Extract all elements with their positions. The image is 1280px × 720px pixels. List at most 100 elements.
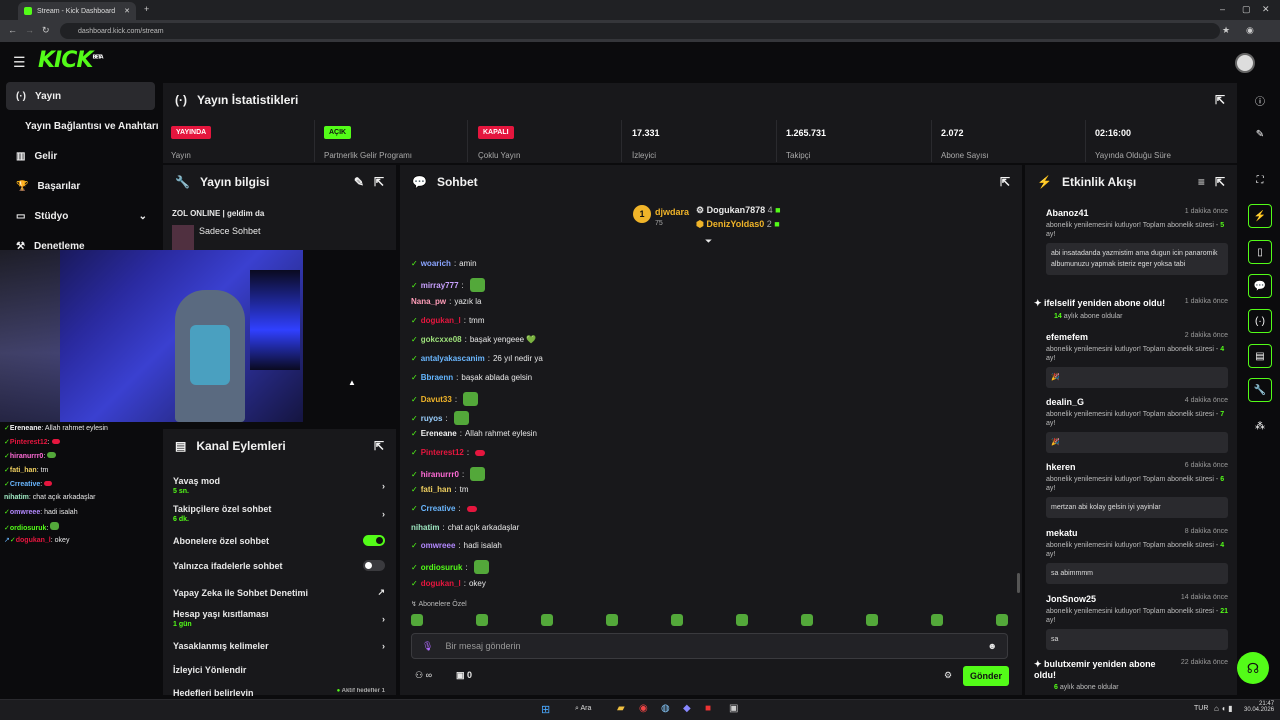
emote-picker-icon[interactable] bbox=[801, 614, 813, 626]
minimize-icon[interactable]: – bbox=[1220, 4, 1225, 14]
windows-start-icon[interactable]: ⊞ bbox=[541, 703, 550, 716]
emote-picker-icon[interactable] bbox=[476, 614, 488, 626]
new-tab-icon[interactable]: + bbox=[144, 4, 149, 14]
emote-picker-icon[interactable] bbox=[541, 614, 553, 626]
help-headset-icon[interactable]: ☊ bbox=[1237, 652, 1269, 684]
chat-username[interactable]: gokcxxe08 bbox=[421, 335, 462, 344]
clock[interactable]: 21:47 30.04.2026 bbox=[1244, 701, 1274, 713]
viewer-count-value: 0 bbox=[467, 670, 473, 680]
chat-username[interactable]: Davut33 bbox=[421, 395, 452, 404]
chat-username[interactable]: woarich bbox=[421, 259, 451, 268]
close-tab-icon[interactable]: ✕ bbox=[124, 7, 130, 15]
sidebar-item-achievements[interactable]: 🏆 Başarılar bbox=[6, 172, 155, 200]
popout-icon[interactable]: ⇱ bbox=[1215, 175, 1225, 189]
network-volume-icon[interactable]: ⌂ ◖ ▮ bbox=[1214, 704, 1233, 713]
popout-icon[interactable]: ⇱ bbox=[374, 439, 384, 453]
leader-row[interactable]: ⚙ Dogukan7878 4 ■ bbox=[696, 205, 781, 216]
chat-username[interactable]: antalyakascanim bbox=[421, 354, 485, 363]
reload-icon[interactable]: ↻ bbox=[42, 25, 50, 36]
leader-row[interactable]: ⬢ DenizYoldas0 2 ■ bbox=[696, 219, 780, 230]
chat-username[interactable]: fati_han bbox=[421, 485, 452, 494]
sidebar-item-revenue[interactable]: ▥ Gelir bbox=[6, 142, 155, 170]
gear-icon[interactable]: ⚙ bbox=[944, 670, 952, 681]
bolt-icon[interactable]: ⚡ bbox=[1248, 204, 1272, 228]
wrench-icon[interactable]: 🔧 bbox=[1248, 378, 1272, 402]
popout-icon[interactable]: ⇱ bbox=[1215, 93, 1225, 107]
file-explorer-icon[interactable]: ▰ bbox=[617, 703, 625, 714]
leader-name[interactable]: djwdara bbox=[655, 207, 689, 217]
ai-moderation-action[interactable]: Yapay Zeka ile Sohbet Denetimi ↗ bbox=[173, 587, 385, 598]
emote-picker-icon[interactable] bbox=[866, 614, 878, 626]
broadcast-icon[interactable]: (·) bbox=[1248, 309, 1272, 333]
chevron-right-icon: › bbox=[382, 613, 385, 624]
language-indicator[interactable]: TUR bbox=[1194, 705, 1208, 712]
emote-picker-icon[interactable] bbox=[931, 614, 943, 626]
chat-input[interactable]: 🎙 Bir mesaj gönderin ☻ bbox=[411, 633, 1008, 659]
document-icon[interactable]: ▯ bbox=[1248, 240, 1272, 264]
edit-icon[interactable]: ✎ bbox=[1248, 122, 1272, 146]
edit-icon[interactable]: ✎ bbox=[354, 175, 364, 189]
profile-icon[interactable]: ◉ bbox=[1246, 25, 1254, 36]
microphone-icon[interactable]: 🎙 bbox=[422, 641, 433, 652]
maximize-icon[interactable]: ▢ bbox=[1242, 4, 1251, 15]
chat-username[interactable]: Bbraenn bbox=[421, 373, 453, 382]
info-icon[interactable]: ⓘ bbox=[1248, 88, 1272, 112]
emote-picker-icon[interactable] bbox=[736, 614, 748, 626]
back-icon[interactable]: ← bbox=[8, 25, 17, 35]
app-icon[interactable]: ▣ bbox=[729, 703, 738, 714]
chat-username[interactable]: Pinterest12 bbox=[421, 448, 464, 457]
taskbar-search[interactable]: ⌕ Ara bbox=[575, 705, 591, 713]
goals-action[interactable]: Hedefleri belirleyin ● Aktif hedefler 1 bbox=[173, 688, 385, 696]
chat-username[interactable]: nihatim bbox=[411, 523, 439, 532]
chat-username[interactable]: hiranurrr0 bbox=[421, 470, 459, 479]
send-button[interactable]: Gönder bbox=[963, 666, 1009, 686]
fullscreen-icon[interactable]: ⛶ bbox=[1248, 168, 1272, 192]
sidebar-item-studio[interactable]: ▭ Stüdyo ⌄ bbox=[6, 202, 155, 230]
chat-scrollbar[interactable] bbox=[1017, 573, 1020, 593]
chrome-icon[interactable]: ◉ bbox=[639, 703, 648, 714]
chat-bubble-icon[interactable]: 💬 bbox=[1248, 274, 1272, 298]
bookmark-star-icon[interactable]: ★ bbox=[1222, 25, 1230, 36]
chat-username[interactable]: Nana_pw bbox=[411, 297, 446, 306]
app-icon[interactable]: ■ bbox=[705, 703, 711, 714]
chat-username[interactable]: mirray777 bbox=[421, 281, 459, 290]
sidebar-item-stream[interactable]: (·) Yayın bbox=[6, 82, 155, 110]
account-age-action[interactable]: Hesap yaşı kısıtlaması 1 gün › bbox=[173, 609, 385, 628]
emote-picker-icon[interactable] bbox=[671, 614, 683, 626]
chat-settings-icon[interactable]: ⚇ ∞ bbox=[415, 670, 432, 681]
chat-username[interactable]: dogukan_l bbox=[421, 579, 461, 588]
chat-username[interactable]: omwreee bbox=[421, 541, 456, 550]
popout-icon[interactable]: ⇱ bbox=[374, 175, 384, 189]
channel-icon[interactable]: ▤ bbox=[1248, 344, 1272, 368]
close-window-icon[interactable]: ✕ bbox=[1262, 4, 1270, 15]
sidebar-item-stream-key[interactable]: Yayın Bağlantısı ve Anahtarı bbox=[6, 112, 166, 140]
emoji-icon[interactable]: ☻ bbox=[988, 641, 997, 651]
subs-only-toggle[interactable] bbox=[363, 535, 385, 546]
emote-picker-icon[interactable] bbox=[606, 614, 618, 626]
share-icon[interactable]: ⁂ bbox=[1248, 414, 1272, 438]
popout-icon[interactable]: ⇱ bbox=[1000, 175, 1010, 189]
host-action[interactable]: İzleyici Yönlendir bbox=[173, 665, 385, 675]
slow-mode-action[interactable]: Yavaş mod 5 sn. › bbox=[173, 476, 385, 495]
chat-username[interactable]: ruyos bbox=[421, 414, 443, 423]
followers-only-action[interactable]: Takipçilere özel sohbet 6 dk. › bbox=[173, 504, 385, 523]
chat-username[interactable]: dogukan_l bbox=[421, 316, 461, 325]
user-avatar[interactable] bbox=[1235, 53, 1255, 73]
forward-icon[interactable]: → bbox=[25, 25, 34, 35]
menu-icon[interactable]: ☰ bbox=[13, 54, 26, 71]
chat-username[interactable]: ordiosuruk bbox=[421, 563, 463, 572]
chat-username[interactable]: Crreative bbox=[421, 504, 456, 513]
emote-picker-icon[interactable] bbox=[411, 614, 423, 626]
chat-username[interactable]: Ereneane bbox=[421, 429, 457, 438]
discord-icon[interactable]: ◆ bbox=[683, 703, 691, 714]
chevron-down-icon[interactable]: ⏷ bbox=[705, 236, 712, 247]
stream-category[interactable]: Sadece Sohbet bbox=[199, 226, 261, 236]
browser-tab[interactable]: Stream - Kick Dashboard ✕ bbox=[18, 2, 136, 20]
kick-logo[interactable]: KICKBETA bbox=[38, 48, 104, 73]
banned-words-action[interactable]: Yasaklanmış kelimeler › bbox=[173, 641, 385, 651]
emote-picker-icon[interactable] bbox=[996, 614, 1008, 626]
filter-icon[interactable]: ≡ bbox=[1198, 175, 1205, 189]
steam-icon[interactable]: ◍ bbox=[661, 703, 670, 714]
emote-only-toggle[interactable] bbox=[363, 560, 385, 571]
url-input[interactable]: dashboard.kick.com/stream bbox=[60, 23, 1220, 39]
